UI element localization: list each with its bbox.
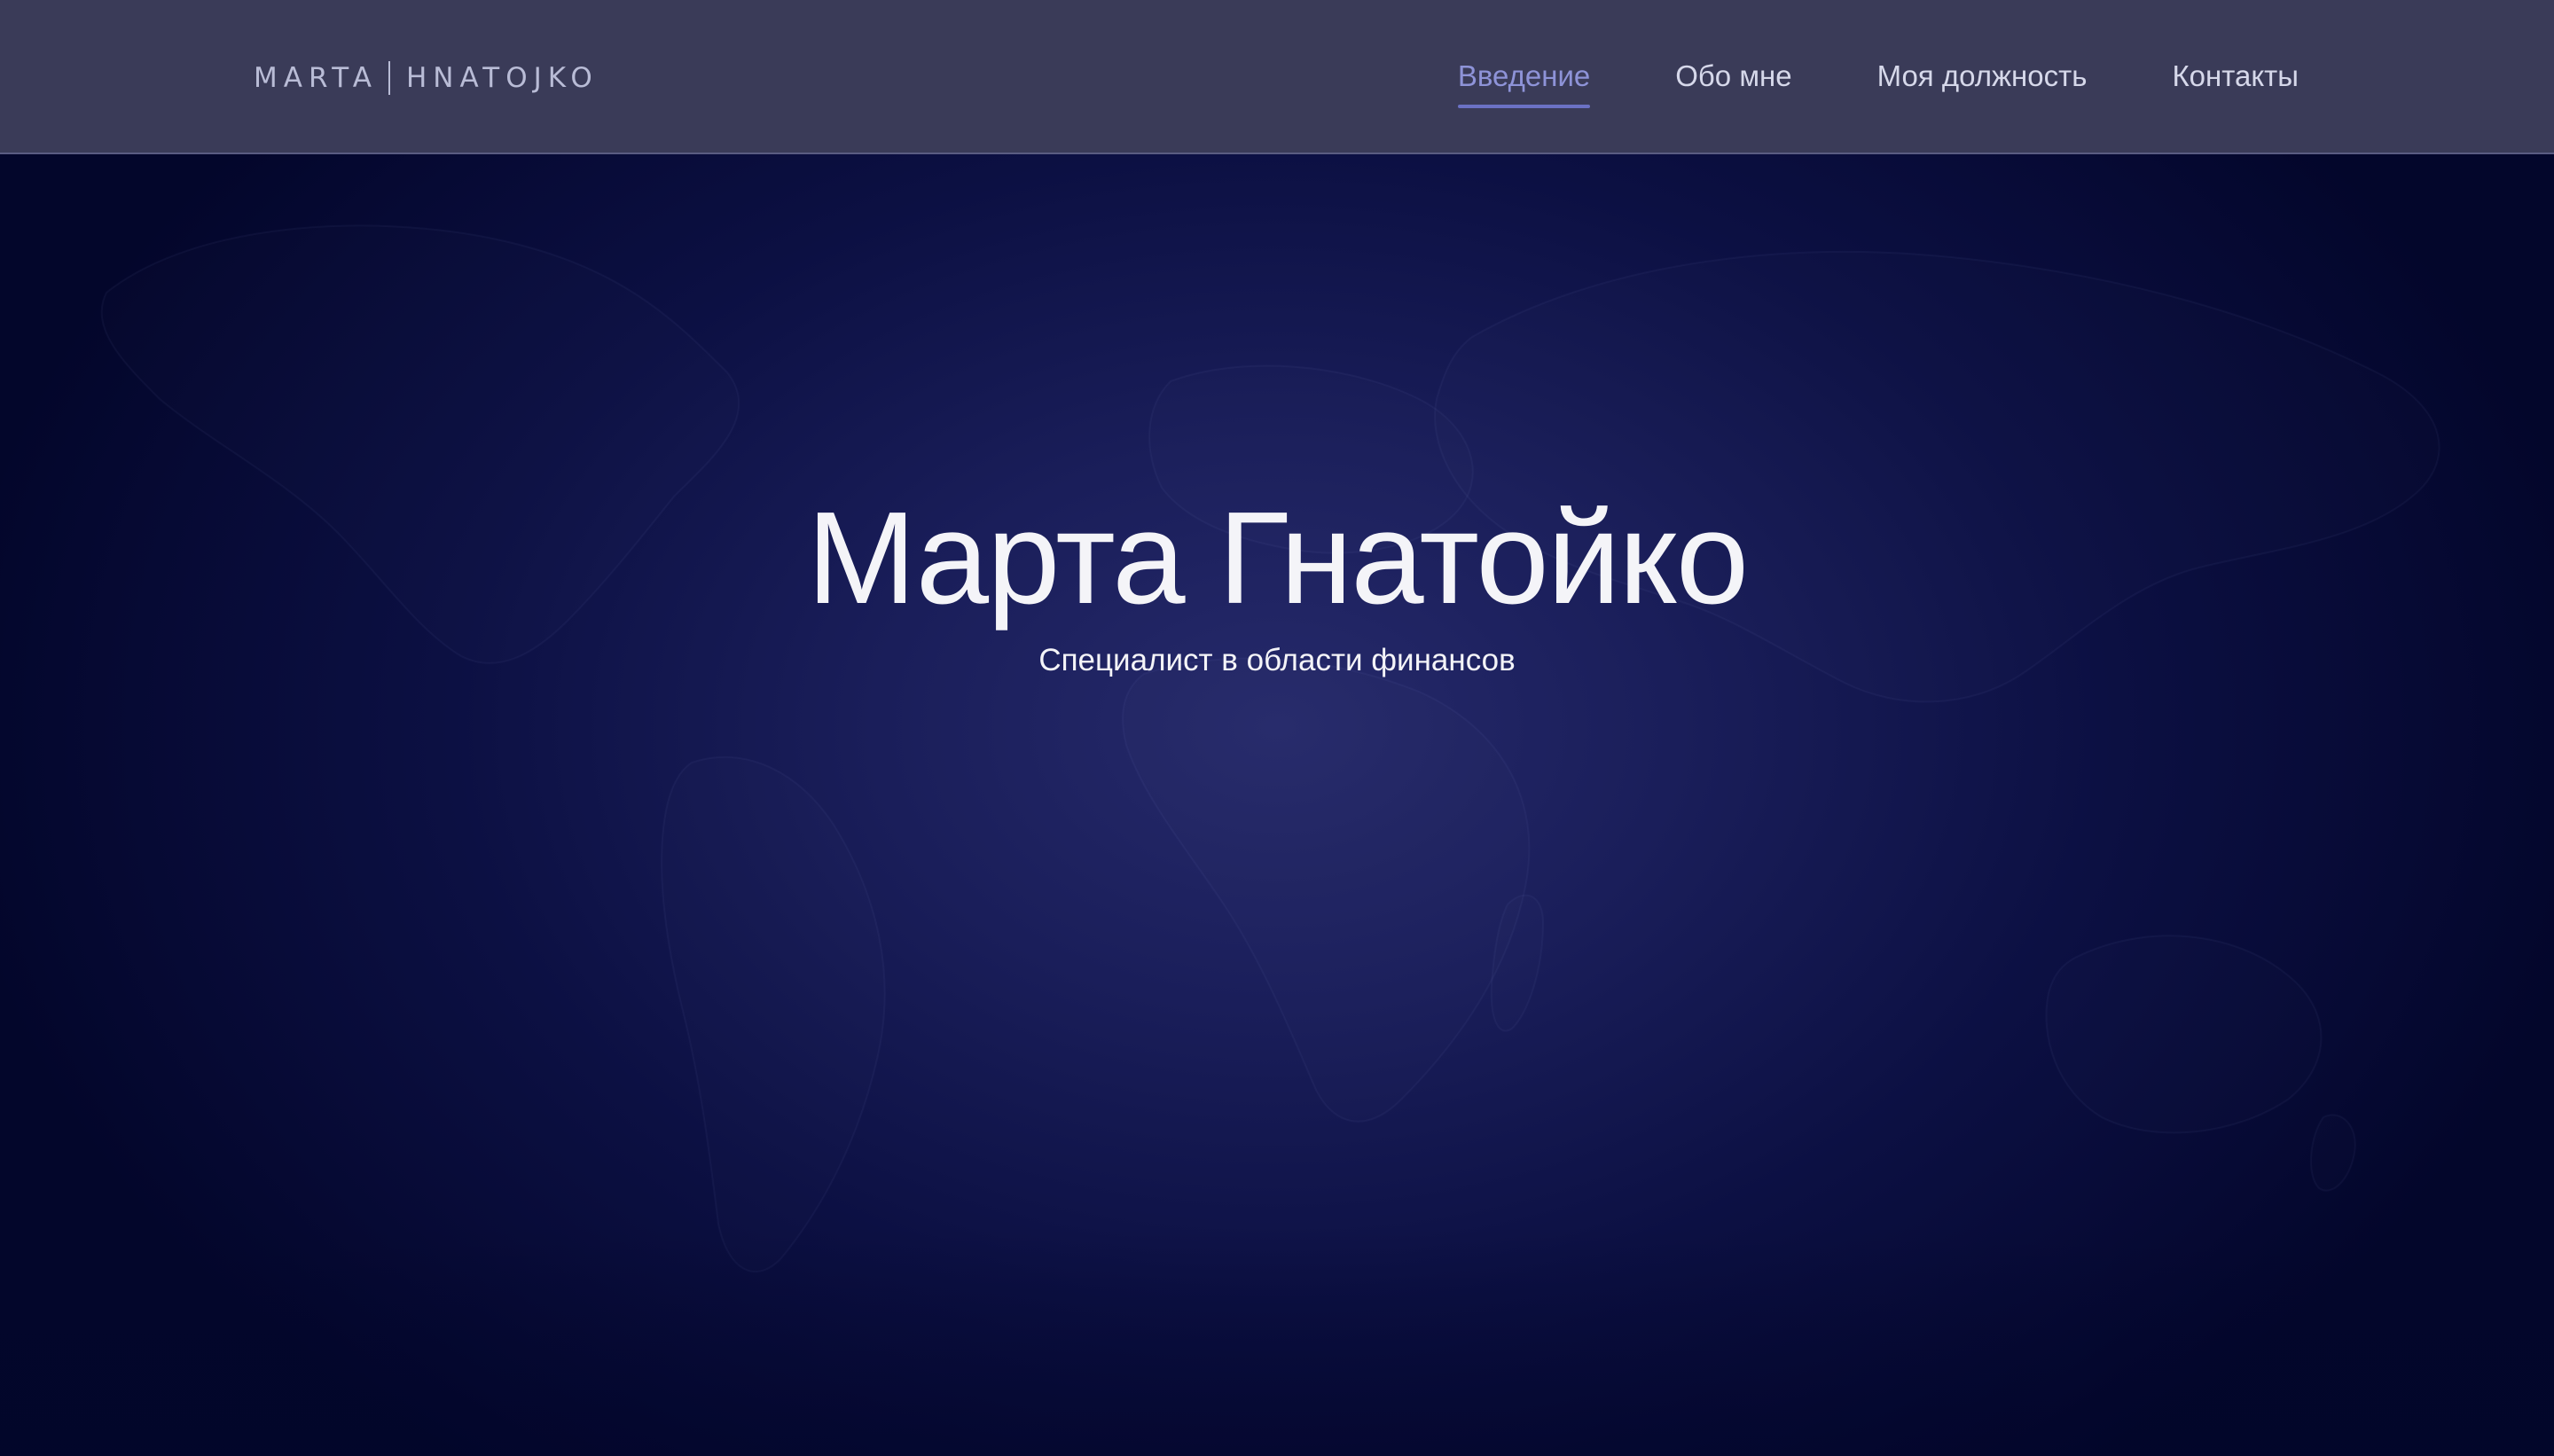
page: MARTA HNATOJKO Введение Обо мне Моя долж… [0, 0, 2554, 1456]
hero-section: Марта Гнатойко Специалист в области фина… [0, 479, 2554, 683]
hero-title: Марта Гнатойко [806, 485, 1749, 631]
nav-item-about[interactable]: Обо мне [1675, 55, 1791, 98]
site-header: MARTA HNATOJKO Введение Обо мне Моя долж… [0, 0, 2554, 154]
nav-item-position[interactable]: Моя должность [1877, 55, 2088, 98]
hero-subtitle: Специалист в области финансов [1038, 643, 1516, 677]
brand-first-name: MARTA [254, 62, 378, 94]
world-map-icon [100, 224, 2440, 1273]
nav-item-intro[interactable]: Введение [1457, 55, 1591, 108]
nav-item-contacts[interactable]: Контакты [2172, 55, 2299, 98]
brand-logo[interactable]: MARTA HNATOJKO [254, 60, 599, 96]
brand-last-name: HNATOJKO [405, 62, 599, 94]
main-nav: Введение Обо мне Моя должность Контакты [1373, 55, 2299, 108]
brand-divider [388, 61, 390, 95]
